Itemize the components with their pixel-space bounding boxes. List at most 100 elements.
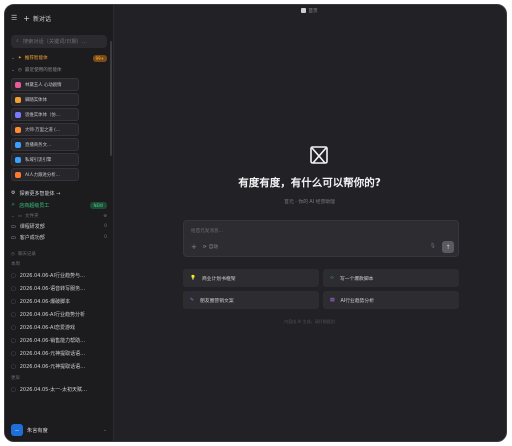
quick-action-2[interactable]: ‹› 写一个爆款脚本	[323, 269, 459, 287]
folders-header[interactable]: ⌄ ▭ 文件夹 ⊕	[5, 211, 113, 221]
app-icon	[301, 8, 307, 13]
agent-label: 直播商务文…	[25, 142, 52, 148]
history-label: 2026.04.06-语音转写服务…	[19, 286, 86, 292]
page-title: 有度有度，有什么可以帮你的?	[238, 177, 381, 189]
history-item[interactable]: ▢ 2026.04.06-AI行业趋势与…	[5, 269, 113, 282]
agent-item[interactable]: 大师·万里之道 (…	[11, 123, 79, 136]
explore-agents-link[interactable]: ⚙ 探索更多智能体 →	[5, 187, 113, 199]
history-label: 2026.04.06-AI恋爱游戏	[19, 325, 75, 331]
history-item[interactable]: ▢ 2026.04.06-元神提取话语…	[5, 347, 113, 360]
chat-bubble-icon: ▢	[11, 363, 16, 370]
bulb-icon: 💡	[190, 275, 196, 281]
sparkle-icon: ✧	[11, 202, 16, 208]
arrow-up-icon: ↑	[445, 243, 451, 251]
page-subtitle: 首元 · 你的 AI 经营助理	[284, 200, 335, 205]
recent-agents-header[interactable]: ⌄ ◷ 最近使用的智能体	[5, 64, 113, 76]
auto-mode-button[interactable]: ⟳ 自动	[202, 244, 218, 251]
logo-icon	[310, 146, 328, 164]
quick-action-4[interactable]: ▤ AI行业趋势分析	[323, 291, 459, 309]
add-folder-icon[interactable]: ⊕	[103, 214, 107, 219]
refresh-icon: ⟳	[202, 244, 207, 250]
folder-list: ▭ 课程研发部 0 ▭ 客户成功部 0	[5, 221, 113, 243]
clock-icon: ◷	[11, 251, 15, 257]
code-icon: ‹›	[330, 275, 334, 281]
folder-icon: ▭	[11, 234, 16, 241]
history-item[interactable]: ▢ 2026.04.06-AI行业趋势分析	[5, 308, 113, 321]
history-list: ▢ 2026.04.06-AI行业趋势与… ▢ 2026.04.06-语音转写服务… ▢…	[5, 269, 113, 373]
chat-bubble-icon: ▢	[11, 311, 16, 318]
send-button[interactable]: ↑	[442, 241, 454, 253]
history-item[interactable]: ▢ 2026.04.06-AI恋爱游戏	[5, 321, 113, 334]
folder-icon: ▭	[17, 213, 23, 219]
history-label: 2026.04.06-AI行业趋势与…	[19, 273, 85, 279]
sidebar-scrollbar[interactable]	[110, 41, 112, 156]
agent-item[interactable]: 直播商务文…	[11, 138, 79, 151]
chat-bubble-icon: ▢	[11, 324, 16, 331]
agent-item[interactable]: 思维实体体（仿…	[11, 108, 79, 121]
agent-icon	[15, 96, 21, 103]
search-icon: ⌕	[16, 38, 19, 44]
mic-icon[interactable]: 🎙	[430, 243, 436, 249]
agent-icon	[15, 126, 21, 133]
chat-bubble-icon: ▢	[11, 337, 16, 344]
agent-list: 林黛玉人 心动剧情 脚踏实体体思维实体体（仿… 大师·万里之道 (… 直播商务文… 私域…	[5, 78, 113, 181]
quick-action-3[interactable]: ✎ 朋友圈营销文案	[183, 291, 319, 309]
new-badge: NEW	[89, 201, 107, 209]
chevron-down-icon: ⌄	[11, 55, 15, 61]
input-placeholder: 给首元发消息…	[191, 229, 224, 234]
workflow-item[interactable]: ✧ 店商超级员工 NEW	[5, 199, 113, 211]
robot-icon: ⚙	[11, 190, 16, 196]
agent-label: 林黛玉人 心动剧情	[25, 82, 62, 88]
history-group-label: 本周	[11, 262, 20, 267]
chat-bubble-icon: ▢	[11, 272, 16, 279]
history-header: ◷ 聊天记录	[11, 251, 36, 258]
history-label: 2026.04.06-AI行业趋势分析	[19, 312, 85, 318]
chat-bubble-icon: ▢	[11, 386, 16, 393]
history-item[interactable]: ▢ 2026.04.05-太一-太初天赋…	[5, 383, 113, 396]
app-window: ☰ + 新对话 ⌕ 搜索对话（关键词/日期）… ⌄ ✦ 推荐智能体 99+ ⌄ …	[4, 4, 507, 442]
window-title: 首页	[113, 8, 506, 14]
history-item[interactable]: ▢ 2026.04.06-销售能力帮助…	[5, 334, 113, 347]
sidebar: ☰ + 新对话 ⌕ 搜索对话（关键词/日期）… ⌄ ✦ 推荐智能体 99+ ⌄ …	[5, 5, 114, 441]
sidebar-header: ☰ + 新对话	[5, 5, 113, 31]
chat-bubble-icon: ▢	[11, 298, 16, 305]
history-label: 2026.04.06-元神提取话语…	[19, 364, 86, 370]
avatar: —	[11, 424, 23, 436]
folder-label: 客户成功部	[19, 235, 45, 241]
agent-item[interactable]: 脚踏实体体	[11, 93, 79, 106]
agent-label: 脚踏实体体	[25, 97, 47, 103]
menu-icon[interactable]: ☰	[11, 14, 17, 22]
folder-label: 课程研发部	[19, 224, 45, 230]
agent-item[interactable]: AI人力跟进分析…	[11, 168, 79, 181]
history-group-label-2: 更早	[11, 376, 20, 381]
history-item[interactable]: ▢ 2026.04.06-语音转写服务…	[5, 282, 113, 295]
folder-count: 0	[104, 224, 107, 229]
history-item[interactable]: ▢ 2026.04.06-元神提取话语…	[5, 360, 113, 373]
agent-icon	[15, 141, 21, 148]
history-item[interactable]: ▢ 2026.04.06-爆破脚本	[5, 295, 113, 308]
sparkle-icon: ✦	[17, 55, 22, 61]
chevron-down-icon: ⌄	[11, 67, 15, 73]
folder-item[interactable]: ▭ 课程研发部 0	[5, 221, 113, 232]
quick-action-1[interactable]: 💡 商业计划书框架	[183, 269, 319, 287]
user-profile[interactable]: — 朱言有度 ⌄	[5, 419, 113, 441]
history-label: 2026.04.06-销售能力帮助…	[19, 338, 86, 344]
recommended-badge: 99+	[92, 54, 107, 62]
new-chat-button[interactable]: + 新对话	[23, 14, 51, 23]
folder-item[interactable]: ▭ 客户成功部 0	[5, 232, 113, 243]
clock-icon: ◷	[17, 67, 22, 73]
chat-input[interactable]: 给首元发消息… + ⟳ 自动 🎙 ↑	[183, 220, 459, 257]
chevron-down-icon: ⌄	[102, 427, 107, 433]
search-input[interactable]: ⌕ 搜索对话（关键词/日期）…	[11, 35, 107, 48]
attach-button[interactable]: +	[191, 243, 197, 251]
pen-icon: ✎	[190, 297, 195, 303]
agent-item[interactable]: 私域引流引擎	[11, 153, 79, 166]
chat-bubble-icon: ▢	[11, 350, 16, 357]
main-panel: 首页 有度有度，有什么可以帮你的? 首元 · 你的 AI 经营助理 给首元发消息…	[113, 5, 506, 441]
folder-icon: ▭	[11, 223, 16, 230]
chat-bubble-icon: ▢	[11, 285, 16, 292]
folder-count: 0	[104, 235, 107, 240]
agent-icon	[15, 171, 21, 178]
recommended-agents-header[interactable]: ⌄ ✦ 推荐智能体 99+	[5, 52, 113, 64]
agent-item[interactable]: 林黛玉人 心动剧情	[11, 78, 79, 91]
